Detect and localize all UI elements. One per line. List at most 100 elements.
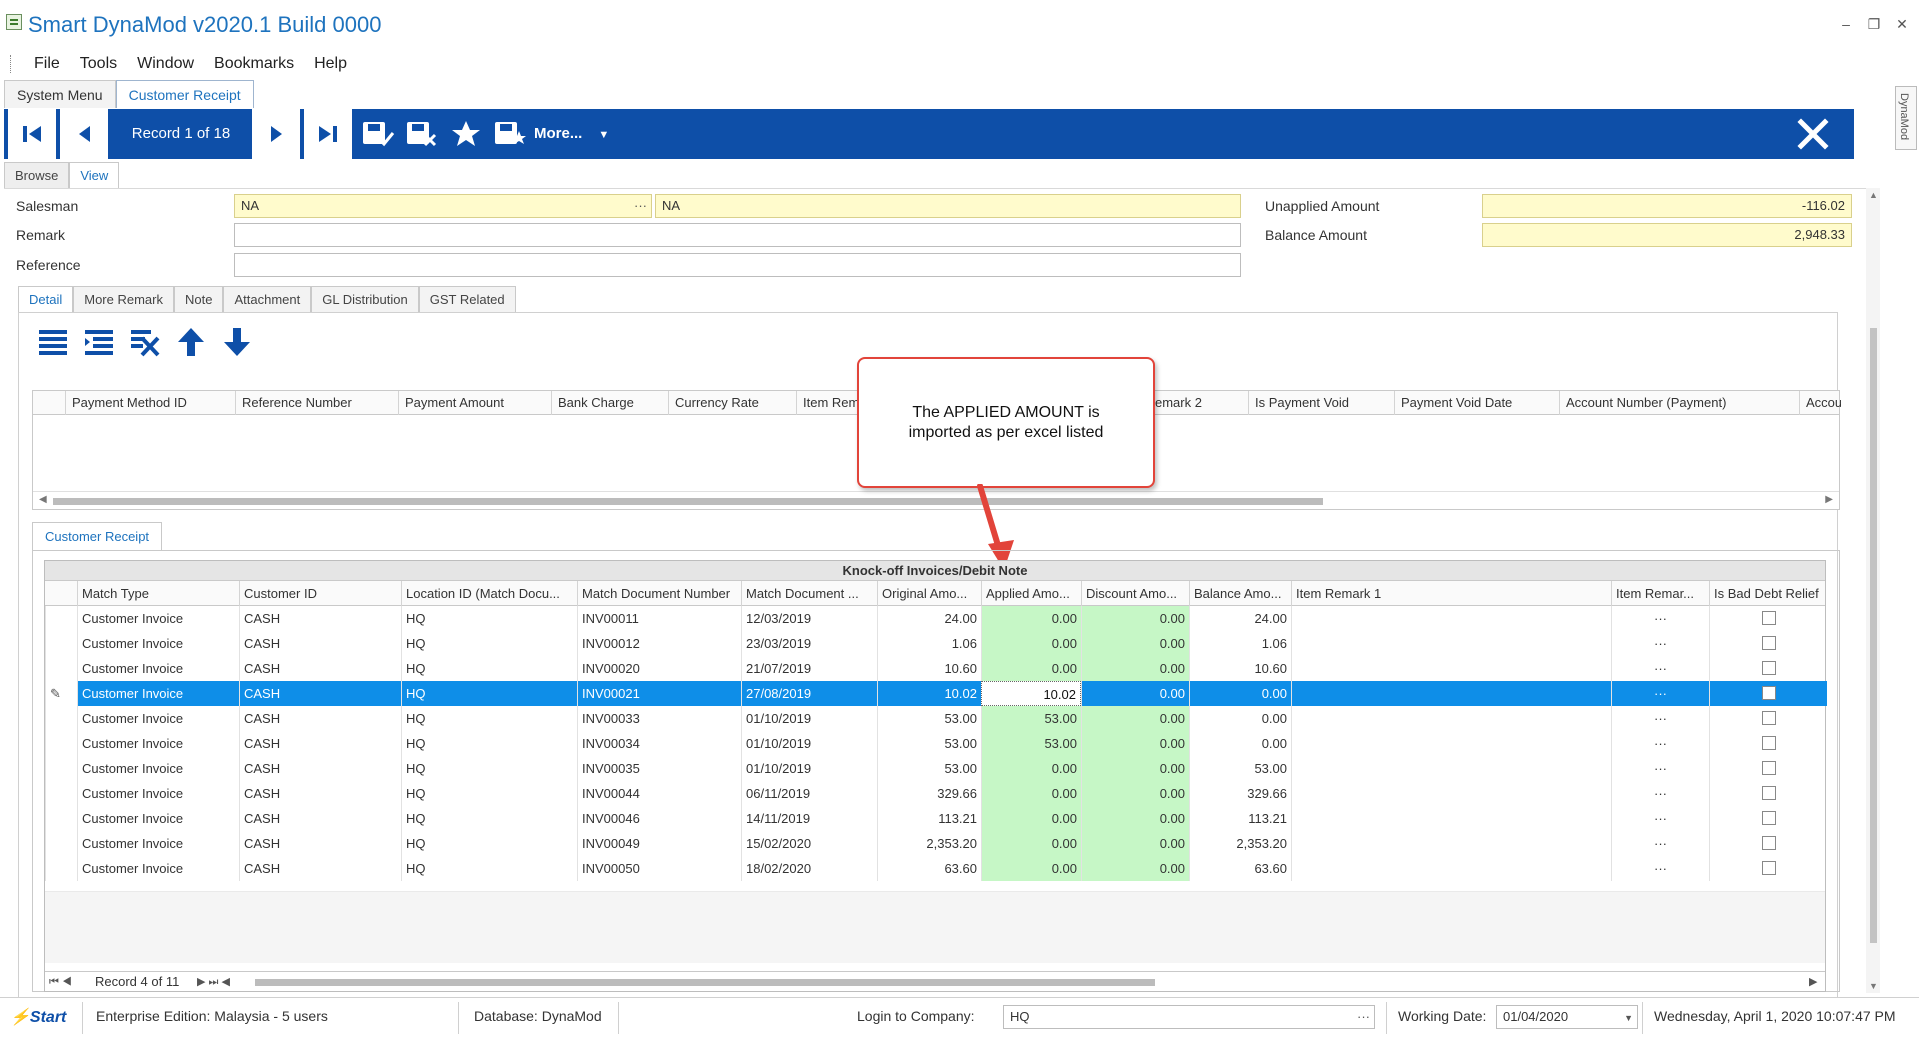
save-close-button[interactable] — [398, 109, 446, 159]
scroll-thumb[interactable] — [53, 498, 1323, 505]
side-panel-tab[interactable]: DynaMod — [1895, 86, 1917, 150]
col-is-bad-debt-relief[interactable]: Is Bad Debt Relief — [1709, 581, 1827, 606]
row-indicator[interactable] — [45, 656, 77, 681]
cell-applied-amount[interactable]: 0.00 — [981, 606, 1081, 631]
cell-discount-amount[interactable]: 0.00 — [1081, 706, 1189, 731]
item-remark-ellipsis-icon[interactable]: ··· — [1611, 806, 1709, 831]
col-match-type[interactable]: Match Type — [77, 581, 239, 606]
col-account-number-payment[interactable]: Account Number (Payment) — [1559, 391, 1799, 415]
tab-system-menu[interactable]: System Menu — [4, 80, 116, 108]
bad-debt-checkbox[interactable] — [1761, 661, 1776, 675]
cell-applied-amount[interactable]: 0.00 — [981, 831, 1081, 856]
cell-applied-amount[interactable]: 0.00 — [981, 806, 1081, 831]
col-payment-void-date[interactable]: Payment Void Date — [1394, 391, 1559, 415]
row-indicator[interactable] — [45, 831, 77, 856]
row-indicator[interactable] — [45, 806, 77, 831]
tab-gst-related[interactable]: GST Related — [418, 286, 516, 312]
cell-discount-amount[interactable]: 0.00 — [1081, 656, 1189, 681]
bookmark-button[interactable] — [442, 109, 490, 159]
cell-discount-amount[interactable]: 0.00 — [1081, 631, 1189, 656]
tab-browse[interactable]: Browse — [4, 162, 70, 188]
item-remark-ellipsis-icon[interactable]: ··· — [1611, 656, 1709, 681]
item-remark-ellipsis-icon[interactable]: ··· — [1611, 631, 1709, 656]
bad-debt-checkbox[interactable] — [1761, 686, 1776, 700]
table-row[interactable]: Customer Invoice CASH HQ INV00035 01/10/2019… — [45, 756, 1825, 781]
table-row[interactable]: Customer Invoice CASH HQ INV00046 14/11/2019… — [45, 806, 1825, 831]
scroll-down-icon[interactable]: ▼ — [1869, 981, 1878, 991]
bad-debt-checkbox[interactable] — [1761, 636, 1776, 650]
cell-applied-amount[interactable]: 10.02 — [981, 681, 1081, 706]
item-remark-ellipsis-icon[interactable]: ··· — [1611, 831, 1709, 856]
tab-customer-receipt[interactable]: Customer Receipt — [115, 80, 254, 108]
item-remark-ellipsis-icon[interactable]: ··· — [1611, 781, 1709, 806]
form-vertical-scrollbar[interactable]: ▲ ▼ — [1866, 188, 1880, 993]
payment-grid-scrollbar[interactable]: ◀ ▶ — [33, 491, 1839, 509]
bad-debt-checkbox[interactable] — [1761, 811, 1776, 825]
col-discount-amount[interactable]: Discount Amo... — [1081, 581, 1189, 606]
last-record-button[interactable] — [304, 109, 352, 159]
working-date-field[interactable]: 01/04/2020 ▼ — [1496, 1005, 1638, 1029]
menu-bookmarks[interactable]: Bookmarks — [204, 55, 304, 73]
col-payment-amount[interactable]: Payment Amount — [398, 391, 551, 415]
minimize-icon[interactable]: – — [1839, 16, 1853, 33]
bad-debt-checkbox[interactable] — [1761, 786, 1776, 800]
cell-discount-amount[interactable]: 0.00 — [1081, 781, 1189, 806]
tab-customer-receipt-grid[interactable]: Customer Receipt — [32, 522, 163, 550]
row-indicator[interactable] — [45, 856, 77, 881]
bad-debt-checkbox[interactable] — [1761, 761, 1776, 775]
item-remark-ellipsis-icon[interactable]: ··· — [1611, 706, 1709, 731]
next-record-button[interactable] — [252, 109, 300, 159]
cell-discount-amount[interactable]: 0.00 — [1081, 731, 1189, 756]
cell-discount-amount[interactable]: 0.00 — [1081, 806, 1189, 831]
cell-applied-amount[interactable]: 0.00 — [981, 756, 1081, 781]
cell-discount-amount[interactable]: 0.00 — [1081, 756, 1189, 781]
table-row[interactable]: Customer Invoice CASH HQ INV00049 15/02/2020… — [45, 831, 1825, 856]
move-down-button[interactable] — [220, 325, 254, 359]
start-button[interactable]: ⚡Start — [10, 1007, 66, 1027]
col-match-document-number[interactable]: Match Document Number — [577, 581, 741, 606]
cell-item-remark-1[interactable] — [1291, 631, 1611, 656]
salesman-name-field[interactable]: NA — [655, 194, 1241, 218]
cell-item-remark-1[interactable] — [1291, 681, 1611, 706]
cell-item-remark-1[interactable] — [1291, 706, 1611, 731]
cell-item-remark-1[interactable] — [1291, 781, 1611, 806]
tab-view[interactable]: View — [69, 162, 120, 188]
bad-debt-checkbox[interactable] — [1761, 711, 1776, 725]
remark-field[interactable] — [234, 223, 1241, 247]
grid-nav-next-icons[interactable]: ▶ ⏭ ◀ — [197, 972, 230, 992]
cell-discount-amount[interactable]: 0.00 — [1081, 831, 1189, 856]
cell-item-remark-1[interactable] — [1291, 806, 1611, 831]
row-indicator[interactable] — [45, 781, 77, 806]
save-button[interactable] — [354, 109, 402, 159]
first-record-button[interactable] — [8, 109, 56, 159]
bad-debt-checkbox[interactable] — [1761, 861, 1776, 875]
restore-icon[interactable]: ❐ — [1867, 16, 1881, 33]
scroll-left-icon[interactable]: ◀ — [39, 494, 47, 505]
move-up-button[interactable] — [174, 325, 208, 359]
cell-item-remark-1[interactable] — [1291, 756, 1611, 781]
tab-gl-distribution[interactable]: GL Distribution — [311, 286, 419, 312]
cell-item-remark-1[interactable] — [1291, 831, 1611, 856]
more-menu-button[interactable]: More... ▼ — [534, 109, 609, 159]
salesman-code-field[interactable]: NA ··· — [234, 194, 652, 218]
tab-note[interactable]: Note — [174, 286, 224, 312]
insert-row-button[interactable] — [82, 325, 116, 359]
vertical-scroll-thumb[interactable] — [1870, 328, 1877, 943]
bad-debt-checkbox[interactable] — [1761, 836, 1776, 850]
cell-discount-amount[interactable]: 0.00 — [1081, 606, 1189, 631]
add-row-button[interactable] — [36, 325, 70, 359]
col-bank-charge[interactable]: Bank Charge — [551, 391, 668, 415]
col-reference-number[interactable]: Reference Number — [235, 391, 398, 415]
previous-record-button[interactable] — [60, 109, 108, 159]
company-lookup-icon[interactable]: ··· — [1357, 1006, 1370, 1028]
tab-more-remark[interactable]: More Remark — [73, 286, 174, 312]
col-item-remark-2[interactable]: Item Remar... — [1611, 581, 1709, 606]
grid-scroll-right-icon[interactable]: ▶ — [1809, 972, 1817, 992]
cell-discount-amount[interactable]: 0.00 — [1081, 681, 1189, 706]
row-indicator[interactable] — [45, 631, 77, 656]
tab-attachment[interactable]: Attachment — [223, 286, 312, 312]
scroll-right-icon[interactable]: ▶ — [1825, 494, 1833, 505]
col-match-document-date[interactable]: Match Document ... — [741, 581, 877, 606]
row-indicator[interactable] — [45, 756, 77, 781]
login-company-field[interactable]: HQ ··· — [1003, 1005, 1375, 1029]
